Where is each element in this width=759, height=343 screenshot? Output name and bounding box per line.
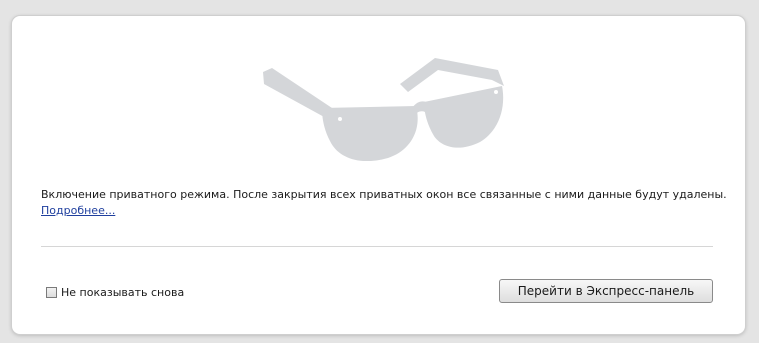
dont-show-again-option[interactable]: Не показывать снова [46, 286, 184, 299]
divider [41, 246, 713, 247]
private-mode-description: Включение приватного режима. После закры… [41, 188, 727, 201]
go-to-speed-dial-button[interactable]: Перейти в Экспресс-панель [499, 279, 713, 303]
dont-show-again-label: Не показывать снова [61, 286, 185, 299]
sunglasses-icon [263, 58, 504, 161]
learn-more-link[interactable]: Подробнее... [41, 204, 115, 218]
private-mode-panel: Включение приватного режима. После закры… [12, 16, 745, 334]
dont-show-again-checkbox[interactable] [46, 287, 57, 298]
